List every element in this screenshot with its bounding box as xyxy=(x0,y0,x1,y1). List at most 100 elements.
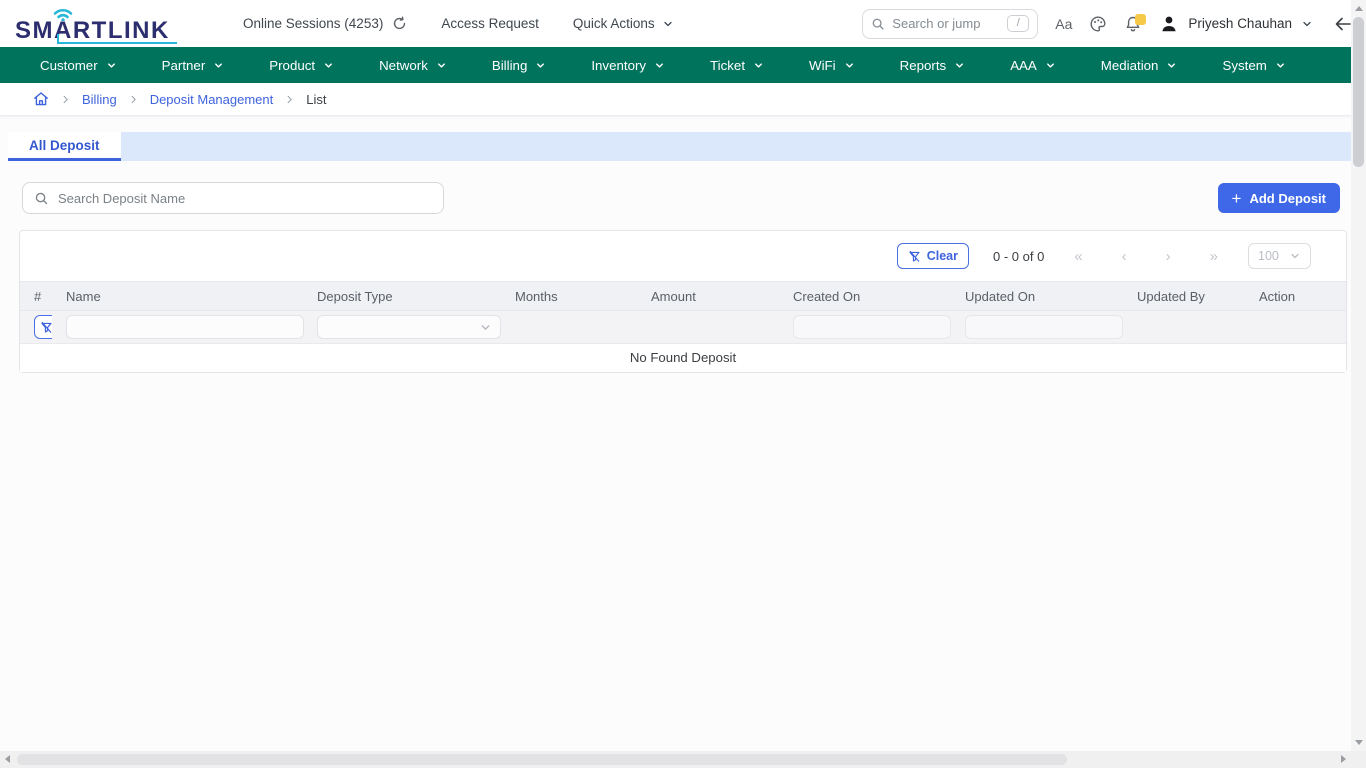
logo-underline-stub xyxy=(57,34,59,44)
logo-underline xyxy=(57,42,177,44)
add-deposit-button[interactable]: + Add Deposit xyxy=(1218,183,1341,213)
theme-palette-icon[interactable] xyxy=(1089,15,1107,33)
scrollbar-corner xyxy=(1351,751,1366,768)
chevron-down-icon xyxy=(954,60,965,71)
nav-item-billing[interactable]: Billing xyxy=(492,58,546,73)
chevron-down-icon xyxy=(479,321,492,334)
chevron-down-icon xyxy=(106,60,117,71)
main-navbar: Customer Partner Product Network Billing… xyxy=(0,47,1366,83)
column-header-updated-by: Updated By xyxy=(1123,282,1245,311)
last-page-button[interactable]: » xyxy=(1210,249,1218,264)
chevron-down-icon xyxy=(213,60,224,71)
nav-item-partner[interactable]: Partner xyxy=(162,58,225,73)
updated-on-filter-input[interactable] xyxy=(965,315,1123,339)
nav-item-network[interactable]: Network xyxy=(379,58,447,73)
horizontal-scroll-thumb[interactable] xyxy=(17,754,1067,765)
home-icon[interactable] xyxy=(33,91,49,107)
nav-label: Network xyxy=(379,58,428,73)
chevron-down-icon xyxy=(1275,60,1286,71)
nav-item-aaa[interactable]: AAA xyxy=(1010,58,1056,73)
deposit-search-input[interactable] xyxy=(58,191,432,206)
name-filter-input[interactable] xyxy=(66,315,304,339)
vertical-scrollbar[interactable] xyxy=(1351,0,1366,751)
online-sessions: Online Sessions (4253) xyxy=(243,16,407,31)
filter-off-icon xyxy=(908,250,921,263)
add-deposit-label: Add Deposit xyxy=(1249,191,1326,206)
nav-item-inventory[interactable]: Inventory xyxy=(591,58,665,73)
access-request-link[interactable]: Access Request xyxy=(441,16,539,31)
user-menu[interactable]: Priyesh Chauhan xyxy=(1159,14,1313,34)
user-name: Priyesh Chauhan xyxy=(1188,16,1292,31)
top-links: Online Sessions (4253) Access Request Qu… xyxy=(243,16,674,31)
refresh-icon[interactable] xyxy=(392,16,407,31)
column-header-updated-on: Updated On xyxy=(951,282,1123,311)
column-header-deposit-type: Deposit Type xyxy=(303,282,501,311)
quick-actions-menu[interactable]: Quick Actions xyxy=(573,16,674,31)
back-arrow-button[interactable] xyxy=(1334,16,1352,32)
breadcrumb-link-deposit-management[interactable]: Deposit Management xyxy=(150,92,274,107)
first-page-button[interactable]: « xyxy=(1074,249,1082,264)
tab-all-deposit[interactable]: All Deposit xyxy=(8,132,121,161)
text-size-toggle[interactable]: Aa xyxy=(1055,16,1072,32)
deposit-search-box[interactable] xyxy=(22,182,444,214)
plus-icon: + xyxy=(1232,190,1242,207)
pagination-range: 0 - 0 of 0 xyxy=(993,249,1044,264)
page-size-value: 100 xyxy=(1258,249,1279,263)
global-search-input[interactable] xyxy=(892,16,984,31)
next-page-button[interactable]: › xyxy=(1166,249,1171,264)
pagination-controls: « ‹ › » xyxy=(1074,249,1218,264)
quick-actions-label: Quick Actions xyxy=(573,16,655,31)
page-size-select[interactable]: 100 xyxy=(1248,243,1311,269)
notifications-bell-icon[interactable] xyxy=(1124,15,1142,33)
nav-item-product[interactable]: Product xyxy=(269,58,334,73)
deposit-type-filter-select[interactable] xyxy=(317,315,501,339)
deposit-table: # Name Deposit Type Months Amount Create… xyxy=(20,281,1346,372)
column-header-action: Action xyxy=(1245,282,1346,311)
chevron-right-icon xyxy=(128,94,139,105)
empty-state-row: No Found Deposit xyxy=(20,344,1346,372)
filter-off-icon xyxy=(40,321,53,334)
nav-item-ticket[interactable]: Ticket xyxy=(710,58,764,73)
column-header-index: # xyxy=(20,282,52,311)
empty-message: No Found Deposit xyxy=(20,344,1346,372)
clear-label: Clear xyxy=(927,249,958,263)
nav-item-system[interactable]: System xyxy=(1222,58,1285,73)
chevron-down-icon xyxy=(1166,60,1177,71)
created-on-filter-input[interactable] xyxy=(793,315,951,339)
smartlink-logo[interactable]: SMARTLINK xyxy=(15,4,183,44)
chevron-down-icon xyxy=(1289,250,1301,262)
chevron-down-icon xyxy=(323,60,334,71)
breadcrumb-link-billing[interactable]: Billing xyxy=(82,92,117,107)
nav-label: AAA xyxy=(1010,58,1037,73)
scroll-down-arrow[interactable] xyxy=(1355,740,1363,745)
horizontal-scrollbar[interactable] xyxy=(0,751,1351,768)
nav-item-mediation[interactable]: Mediation xyxy=(1101,58,1178,73)
top-right-controls: / Aa Priyesh Chauhan xyxy=(862,9,1352,39)
column-header-created-on: Created On xyxy=(779,282,951,311)
nav-item-wifi[interactable]: WiFi xyxy=(809,58,855,73)
vertical-scroll-thumb[interactable] xyxy=(1353,17,1364,167)
deposit-list-card: Clear 0 - 0 of 0 « ‹ › » 100 # Name Depo… xyxy=(19,230,1347,373)
column-header-name: Name xyxy=(52,282,303,311)
prev-page-button[interactable]: ‹ xyxy=(1122,249,1127,264)
breadcrumb-current-list: List xyxy=(306,92,326,107)
nav-label: Reports xyxy=(900,58,947,73)
tab-strip: All Deposit xyxy=(8,132,1358,161)
scroll-right-arrow[interactable] xyxy=(1341,755,1346,763)
filter-row xyxy=(20,311,1346,344)
nav-item-reports[interactable]: Reports xyxy=(900,58,966,73)
clear-filters-button[interactable]: Clear xyxy=(897,243,969,269)
scroll-up-arrow[interactable] xyxy=(1355,6,1363,11)
nav-label: WiFi xyxy=(809,58,836,73)
global-search-box[interactable]: / xyxy=(862,9,1038,39)
nav-label: System xyxy=(1222,58,1266,73)
chevron-right-icon xyxy=(284,94,295,105)
table-header-row: # Name Deposit Type Months Amount Create… xyxy=(20,282,1346,311)
column-header-amount: Amount xyxy=(637,282,779,311)
chevron-down-icon xyxy=(436,60,447,71)
nav-item-customer[interactable]: Customer xyxy=(40,58,117,73)
scroll-left-arrow[interactable] xyxy=(5,755,10,763)
column-header-months: Months xyxy=(501,282,637,311)
nav-label: Mediation xyxy=(1101,58,1159,73)
nav-label: Inventory xyxy=(591,58,646,73)
